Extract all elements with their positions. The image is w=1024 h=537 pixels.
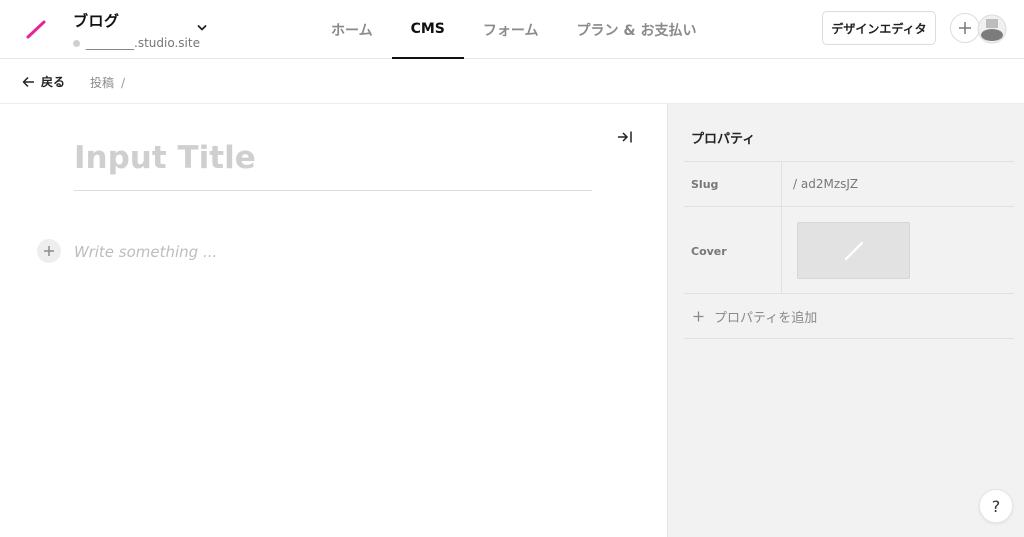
project-title: ブログ (73, 12, 120, 30)
plus-icon (959, 22, 971, 34)
help-icon: ? (991, 496, 1001, 516)
tab-cms[interactable]: CMS (391, 0, 464, 59)
slug-label: Slug (691, 178, 719, 191)
breadcrumb-item[interactable]: 投稿 (90, 76, 114, 90)
title-input[interactable]: Input Title (74, 140, 592, 191)
divider (781, 207, 782, 294)
image-placeholder-icon (844, 241, 863, 260)
project-domain: ________.studio.site (73, 36, 200, 50)
back-label: 戻る (41, 75, 66, 89)
avatar[interactable] (977, 14, 1007, 44)
project-domain-text: ________.studio.site (86, 36, 200, 50)
body-input[interactable]: Write something ... (74, 243, 217, 261)
tab-home[interactable]: ホーム (312, 0, 392, 59)
cover-label: Cover (691, 245, 727, 258)
panel-title: プロパティ (691, 132, 756, 147)
studio-logo-icon[interactable] (24, 18, 48, 42)
breadcrumb: 投稿 / (90, 74, 125, 91)
editor-area: Input Title Write something ... (0, 104, 667, 537)
top-header: ブログ ________.studio.site ホーム CMS フォーム プラ… (0, 0, 1024, 59)
add-property-label: プロパティを追加 (714, 310, 818, 326)
tab-plan-billing[interactable]: プラン & お支払い (557, 0, 715, 59)
plus-icon (693, 311, 704, 321)
tab-forms[interactable]: フォーム (464, 0, 558, 59)
properties-panel: プロパティ Slug / ad2MzsJZ Cover プロパティを追加 (667, 104, 1024, 537)
collapse-panel-icon[interactable] (617, 130, 633, 144)
design-editor-button[interactable]: デザインエディタ (822, 11, 936, 45)
chevron-down-icon[interactable] (196, 22, 208, 34)
slug-row[interactable]: Slug / ad2MzsJZ (684, 161, 1014, 207)
sub-header: 戻る 投稿 / (0, 59, 1024, 104)
add-button[interactable] (950, 13, 980, 43)
arrow-left-icon (22, 76, 34, 87)
cover-image-picker[interactable] (797, 222, 910, 279)
divider (781, 162, 782, 207)
breadcrumb-separator: / (121, 76, 126, 90)
add-block-button[interactable] (37, 239, 61, 263)
status-dot (73, 39, 80, 47)
plus-icon (44, 246, 54, 256)
help-button[interactable]: ? (979, 489, 1013, 523)
back-button[interactable]: 戻る (22, 73, 65, 90)
project-switcher[interactable]: ブログ ________.studio.site (73, 10, 200, 50)
slug-value[interactable]: / ad2MzsJZ (793, 177, 858, 191)
cover-row: Cover (684, 206, 1014, 294)
main-nav: ホーム CMS フォーム プラン & お支払い (312, 0, 715, 59)
add-property-button[interactable]: プロパティを追加 (684, 293, 1014, 339)
